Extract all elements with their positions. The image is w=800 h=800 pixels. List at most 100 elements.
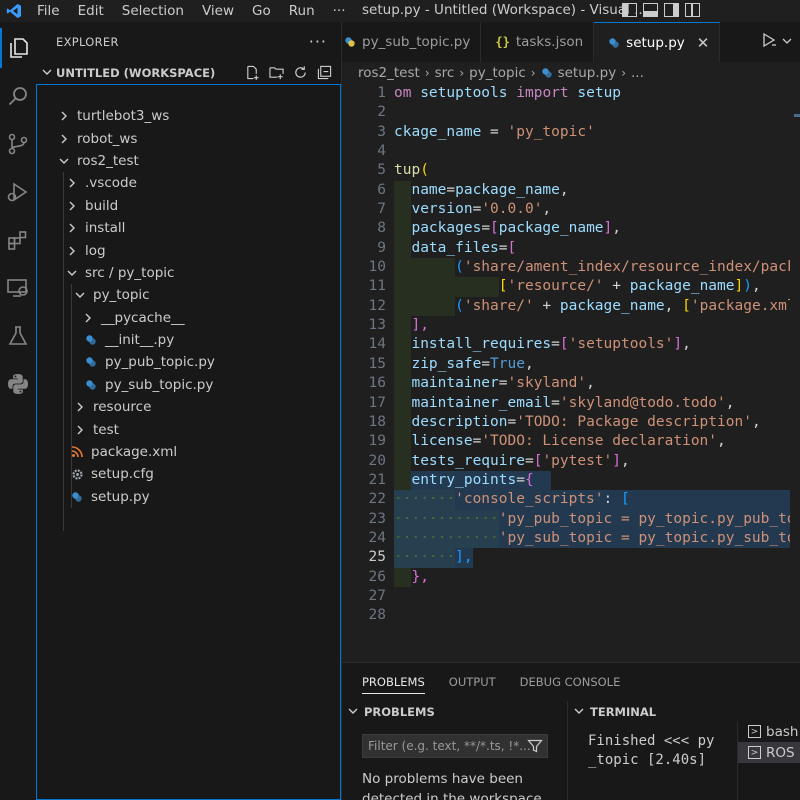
tree-item[interactable]: __init__.py — [37, 329, 340, 351]
tree-item[interactable]: test — [37, 418, 340, 440]
tree-item-label: package.xml — [91, 444, 178, 461]
problems-filter-input[interactable]: Filter (e.g. text, **/*.ts, !*... — [362, 734, 548, 758]
tree-item[interactable]: ros2_test — [37, 150, 340, 172]
code-line[interactable]: 4 — [342, 142, 800, 161]
tree-item[interactable]: setup.cfg — [37, 463, 340, 485]
code-line[interactable]: 14 install_requires=['setuptools'], — [342, 335, 800, 355]
code-line[interactable]: 9 data_files=[ — [342, 238, 800, 259]
remote-explorer-icon[interactable] — [0, 268, 36, 308]
workspace-section-header[interactable]: UNTITLED (WORKSPACE) — [36, 62, 341, 84]
code-line[interactable]: 11 ['resource/' + package_name]), — [342, 277, 800, 297]
explorer-icon[interactable] — [0, 28, 36, 68]
code-line[interactable]: 25 ·······], — [342, 548, 800, 568]
code-line[interactable]: 3 ckage_name = 'py_topic' — [342, 123, 800, 142]
tab-problems[interactable]: PROBLEMS — [362, 675, 425, 694]
tree-item[interactable]: robot_ws — [37, 127, 340, 149]
code-line[interactable]: 23 ············'py_pub_topic = py_topic.p… — [342, 509, 800, 529]
source-control-icon[interactable] — [0, 124, 36, 164]
breadcrumb-item[interactable]: ros2_test — [358, 65, 420, 81]
breadcrumb-item[interactable]: setup.py — [558, 65, 617, 81]
breadcrumb-item[interactable]: src — [435, 65, 455, 81]
terminal-item-bash[interactable]: > bash — [738, 721, 800, 742]
customize-layout-icon[interactable] — [685, 3, 700, 17]
code-line[interactable]: 16 maintainer='skyland', — [342, 374, 800, 394]
collapse-all-icon[interactable] — [316, 64, 333, 81]
search-icon[interactable] — [0, 76, 36, 116]
testing-icon[interactable] — [0, 316, 36, 356]
tree-item[interactable]: py_pub_topic.py — [37, 351, 340, 373]
menu-go[interactable]: Go — [243, 0, 280, 22]
run-debug-icon[interactable] — [0, 172, 36, 212]
code-line[interactable]: 15 zip_safe=True, — [342, 354, 800, 375]
tree-item[interactable]: src / py_topic — [37, 262, 340, 284]
terminal-view-header[interactable]: TERMINAL — [568, 701, 800, 723]
new-folder-icon[interactable] — [268, 64, 285, 81]
tree-item[interactable]: py_sub_topic.py — [37, 374, 340, 396]
toggle-secondary-sidebar-icon[interactable] — [664, 3, 679, 17]
code-line[interactable]: 18 description='TODO: Package descriptio… — [342, 412, 800, 433]
menu-view[interactable]: View — [193, 0, 243, 22]
menu-edit[interactable]: Edit — [69, 0, 113, 22]
filter-icon[interactable] — [527, 738, 543, 757]
tab-tasks-json[interactable]: {} tasks.json — [481, 22, 595, 62]
line-number: 10 — [368, 259, 386, 276]
code-line[interactable]: 22 ·······'console_scripts': [ — [342, 490, 800, 510]
terminal-item-ros[interactable]: > ROS — [738, 742, 800, 763]
code-line[interactable]: 26 }, — [342, 567, 800, 587]
menu-selection[interactable]: Selection — [113, 0, 193, 22]
problems-view-header[interactable]: PROBLEMS — [342, 701, 567, 723]
more-actions-icon[interactable]: ··· — [309, 32, 327, 51]
run-python-icon[interactable] — [760, 31, 778, 53]
code-line[interactable]: 8 packages=[package_name], — [342, 219, 800, 239]
editor-scrollbar[interactable] — [790, 84, 800, 662]
tree-item[interactable]: package.xml — [37, 441, 340, 463]
code-line[interactable]: 17 maintainer_email='skyland@todo.todo', — [342, 393, 800, 413]
code-line[interactable]: 7 version='0.0.0', — [342, 200, 800, 220]
code-line[interactable]: 20 tests_require=['pytest'], — [342, 451, 800, 471]
code-text: ], — [411, 317, 429, 334]
code-line[interactable]: 12 ('share/' + package_name, ['package.x… — [342, 296, 800, 317]
chevron-down-icon[interactable] — [782, 35, 792, 50]
tree-item[interactable]: build — [37, 195, 340, 217]
tab-setup-py[interactable]: setup.py ✕ — [594, 22, 721, 62]
code-line[interactable]: 28 — [342, 606, 800, 625]
tree-item[interactable]: setup.py — [37, 486, 340, 508]
code-line[interactable]: 27 — [342, 587, 800, 606]
tab-debug-console[interactable]: DEBUG CONSOLE — [520, 675, 621, 689]
extensions-icon[interactable] — [0, 220, 36, 260]
menu-run[interactable]: Run — [280, 0, 324, 22]
code-line[interactable]: 21 entry_points={ — [342, 470, 800, 491]
code-line[interactable]: 6 name=package_name, — [342, 180, 800, 201]
filter-placeholder: Filter (e.g. text, **/*.ts, !*... — [368, 739, 531, 753]
code-line[interactable]: 10 ('share/ament_index/resource_index/pa… — [342, 258, 800, 278]
line-number: 9 — [377, 239, 386, 256]
breadcrumb-item[interactable]: py_topic — [469, 65, 526, 81]
code-line[interactable]: 13 ], — [342, 316, 800, 336]
terminal-output[interactable]: Finished <<< py _topic [2.40s] — [588, 732, 714, 770]
tab-output[interactable]: OUTPUT — [449, 675, 496, 689]
breadcrumb-item[interactable]: ... — [631, 65, 644, 81]
tree-item[interactable]: .vscode — [37, 172, 340, 194]
code-line[interactable]: 19 license='TODO: License declaration', — [342, 432, 800, 452]
tree-item[interactable]: __pycache__ — [37, 307, 340, 329]
tree-item[interactable]: turtlebot3_ws — [37, 105, 340, 127]
tree-item[interactable]: resource — [37, 396, 340, 418]
code-line[interactable]: 5 tup( — [342, 161, 800, 180]
toggle-panel-icon[interactable] — [643, 3, 658, 17]
code-area[interactable]: 1 om setuptools import setup 2 3 ckage_name … — [342, 84, 800, 662]
tree-item[interactable]: py_topic — [37, 284, 340, 306]
line-number: 1 — [377, 85, 386, 101]
toggle-primary-sidebar-icon[interactable] — [622, 3, 637, 17]
menu-more[interactable]: ··· — [324, 0, 355, 22]
code-line[interactable]: 1 om setuptools import setup — [342, 84, 800, 103]
python-icon[interactable] — [0, 364, 36, 404]
new-file-icon[interactable] — [244, 64, 261, 81]
tree-item[interactable]: install — [37, 217, 340, 239]
refresh-icon[interactable] — [292, 64, 309, 81]
tab-py-sub-topic[interactable]: py_sub_topic.py — [342, 22, 482, 62]
code-line[interactable]: 2 — [342, 103, 800, 122]
tree-item[interactable]: log — [37, 239, 340, 261]
code-line[interactable]: 24 ············'py_sub_topic = py_topic.p… — [342, 528, 800, 549]
close-icon[interactable]: ✕ — [697, 34, 710, 52]
menu-file[interactable]: File — [28, 0, 69, 22]
